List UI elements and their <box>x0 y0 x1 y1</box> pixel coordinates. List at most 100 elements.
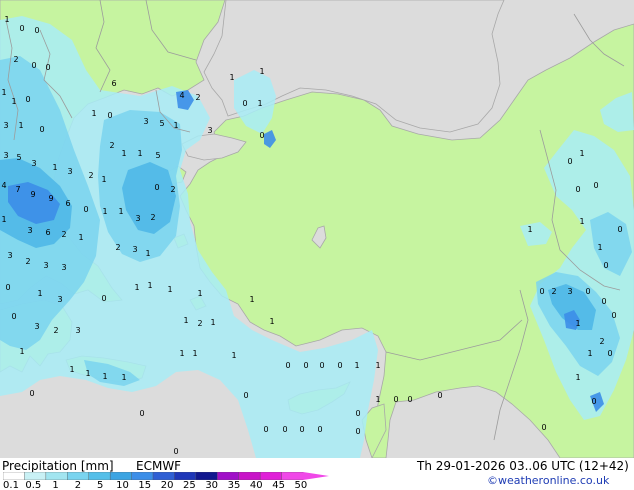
precip-value-label: 1 <box>192 349 197 358</box>
precip-value-label: 1 <box>375 395 380 404</box>
precip-value-label: 1 <box>69 365 74 374</box>
precip-value-label: 0 <box>285 361 290 370</box>
precip-value-label: 9 <box>30 190 35 199</box>
precipitation-map: 10 020 011 03 1 03 53 1 3 2 14 79 960 1 13 213 6 2 12 3 132 3… <box>0 0 634 458</box>
scale-tick-label: 25 <box>183 480 196 490</box>
precip-value-label: 3 <box>31 159 36 168</box>
precip-value-label: 2 <box>53 326 58 335</box>
precip-value-label: 2 <box>115 243 120 252</box>
precip-value-label: 1 <box>575 373 580 382</box>
precip-value-label: 0 <box>29 389 34 398</box>
precip-value-label: 1 <box>183 316 188 325</box>
precip-value-label: 1 <box>134 283 139 292</box>
precip-value-label: 0 <box>154 183 159 192</box>
precip-value-label: 2 <box>170 185 175 194</box>
precip-value-label: 3 <box>57 295 62 304</box>
precip-value-label: 5 <box>16 153 21 162</box>
scale-tick-label: 5 <box>97 480 104 490</box>
precip-value-label: 3 <box>143 117 148 126</box>
precip-value-label: 3 <box>61 263 66 272</box>
precip-value-label: 1 <box>173 121 178 130</box>
precip-value-label: 0 <box>575 185 580 194</box>
scale-tick-label: 30 <box>205 480 219 490</box>
precip-value-label: 1 <box>37 289 42 298</box>
precip-value-label: 1 <box>4 15 9 24</box>
credit-link[interactable]: ©weatheronline.co.uk <box>487 474 609 488</box>
precip-value-label: 1 <box>179 349 184 358</box>
precip-value-label: 2 <box>150 213 155 222</box>
scale-swatch <box>109 472 133 480</box>
precip-value-label: 1 <box>147 281 152 290</box>
precip-value-label: 1 <box>19 347 24 356</box>
precip-value-label: 1 <box>579 149 584 158</box>
valid-time: Th 29-01-2026 03..06 UTC (12+42) <box>417 459 629 473</box>
scale-swatch <box>195 472 218 480</box>
scale-swatch <box>24 472 47 480</box>
precip-value-label: 3 <box>27 226 32 235</box>
scale-swatch <box>88 472 111 480</box>
color-scale <box>3 472 329 480</box>
precip-value-label: 0 <box>5 283 10 292</box>
precip-value-label: 3 <box>3 151 8 160</box>
precip-value-label: 1 <box>527 225 532 234</box>
precip-value-label: 2 <box>88 171 93 180</box>
precip-value-label: 1 <box>102 372 107 381</box>
precip-value-label: 1 <box>167 285 172 294</box>
precip-value-label: 0 <box>539 287 544 296</box>
precip-value-label: 5 <box>159 119 164 128</box>
precip-value-label: 0 <box>317 425 322 434</box>
precip-value-label: 0 <box>31 61 36 70</box>
precip-value-label: 1 <box>121 149 126 158</box>
precip-value-label: 0 <box>337 361 342 370</box>
precip-value-label: 2 <box>599 337 604 346</box>
precip-value-label: 1 <box>575 319 580 328</box>
scale-tick-label: 1 <box>52 480 59 490</box>
precip-value-label: 1 <box>102 207 107 216</box>
precip-value-label: 0 <box>243 391 248 400</box>
precip-value-label: 1 <box>269 317 274 326</box>
precip-value-label: 0 <box>45 63 50 72</box>
precip-value-label: 6 <box>111 79 116 88</box>
precip-value-label: 2 <box>109 141 114 150</box>
precip-value-label: 9 <box>48 194 53 203</box>
precip-value-label: 1 <box>249 295 254 304</box>
precip-value-label: 1 <box>579 217 584 226</box>
precip-value-label: 1 <box>259 67 264 76</box>
precip-value-label: 5 <box>155 151 160 160</box>
weather-map-panel: 1002001103103531321479960113213621231323… <box>0 0 634 490</box>
scale-tick-label: 0.5 <box>25 480 42 490</box>
scale-tick-label: 40 <box>249 480 263 490</box>
precip-value-label: 4 <box>179 91 184 100</box>
scale-tick-label: 50 <box>294 480 308 490</box>
precip-value-label: 0 <box>437 391 442 400</box>
precip-value-label: 0 <box>541 423 546 432</box>
precip-value-label: 0 <box>407 395 412 404</box>
precip-value-label: 1 <box>231 351 236 360</box>
precip-value-label: 3 <box>43 261 48 270</box>
precip-value-label: 0 <box>567 157 572 166</box>
precip-value-label: 3 <box>567 287 572 296</box>
precip-value-label: 3 <box>3 121 8 130</box>
precip-value-label: 0 <box>173 447 178 456</box>
scale-tick-label: 35 <box>227 480 241 490</box>
precip-value-label: 3 <box>132 245 137 254</box>
precip-value-label: 3 <box>7 251 12 260</box>
precip-value-label: 0 <box>242 99 247 108</box>
precip-value-label: 0 <box>263 425 268 434</box>
precip-value-label: 1 <box>145 249 150 258</box>
precip-value-label: 0 <box>617 225 622 234</box>
precip-value-label: 2 <box>195 93 200 102</box>
precip-value-label: 1 <box>52 163 57 172</box>
precip-value-label: 0 <box>607 349 612 358</box>
scale-swatch <box>152 472 176 480</box>
precip-value-label: 2 <box>25 257 30 266</box>
precip-value-label: 1 <box>11 97 16 106</box>
scale-swatch <box>238 472 261 480</box>
precip-value-label: 1 <box>210 318 215 327</box>
precip-value-label: 3 <box>207 126 212 135</box>
precip-value-label: 0 <box>393 395 398 404</box>
scale-tick-label: 10 <box>116 480 129 490</box>
scale-tick-label: 20 <box>160 480 174 490</box>
precip-value-label: 0 <box>11 312 16 321</box>
precip-value-label: 6 <box>45 228 50 237</box>
